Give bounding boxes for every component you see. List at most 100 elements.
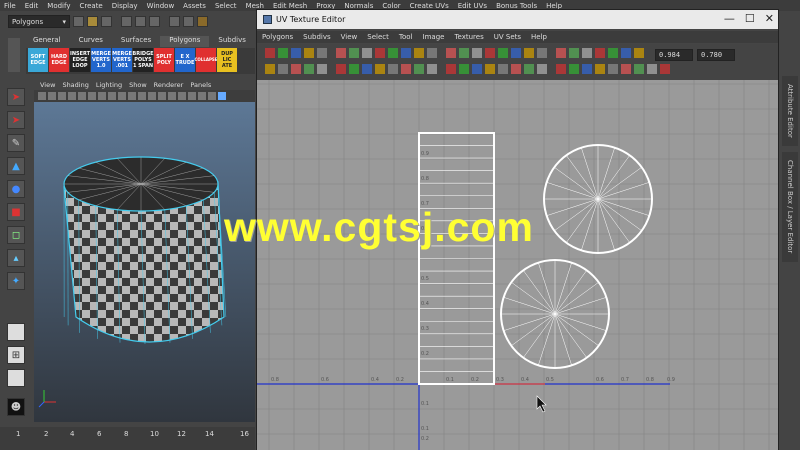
textured-icon[interactable]: [98, 92, 106, 100]
uv-menu-tool[interactable]: Tool: [399, 33, 413, 41]
uv-tool-icon[interactable]: [388, 48, 398, 58]
uv-tool-icon[interactable]: [524, 64, 534, 74]
uv-tool-icon[interactable]: [485, 64, 495, 74]
uv-tool-icon[interactable]: [349, 48, 359, 58]
vp-menu-renderer[interactable]: Renderer: [154, 81, 184, 89]
uv-tool-icon[interactable]: [401, 48, 411, 58]
lasso-tool-icon[interactable]: ➤: [7, 111, 25, 129]
uv-tool-icon[interactable]: [660, 64, 670, 74]
uv-tool-icon[interactable]: [524, 48, 534, 58]
uv-tool-icon[interactable]: [427, 48, 437, 58]
open-scene-icon[interactable]: [87, 16, 98, 27]
menu-window[interactable]: Window: [147, 2, 175, 10]
uv-tool-icon[interactable]: [582, 48, 592, 58]
uv-tool-icon[interactable]: [317, 64, 327, 74]
two-pane-layout-icon[interactable]: [7, 369, 25, 387]
uv-tool-icon[interactable]: [556, 64, 566, 74]
uv-tool-icon[interactable]: [349, 64, 359, 74]
uv-tool-icon[interactable]: [304, 48, 314, 58]
tab-subdivs[interactable]: Subdivs: [209, 36, 255, 47]
uv-tool-icon[interactable]: [388, 64, 398, 74]
vp-menu-shading[interactable]: Shading: [62, 81, 88, 89]
menu-create[interactable]: Create: [79, 2, 102, 10]
uv-tool-icon[interactable]: [472, 64, 482, 74]
uv-tool-icon[interactable]: [362, 64, 372, 74]
new-scene-icon[interactable]: [73, 16, 84, 27]
hud-icon[interactable]: [198, 92, 206, 100]
uv-tool-icon[interactable]: [291, 64, 301, 74]
uv-menu-subdivs[interactable]: Subdivs: [303, 33, 331, 41]
vp-menu-panels[interactable]: Panels: [190, 81, 211, 89]
safe-action-icon[interactable]: [178, 92, 186, 100]
uv-tool-icon[interactable]: [556, 48, 566, 58]
channel-box-tab[interactable]: Channel Box / Layer Editor: [782, 152, 798, 262]
wireframe-icon[interactable]: [78, 92, 86, 100]
uv-tool-icon[interactable]: [634, 64, 644, 74]
shadows-icon[interactable]: [118, 92, 126, 100]
uv-tool-icon[interactable]: [317, 48, 327, 58]
close-icon[interactable]: ✕: [765, 12, 774, 25]
bookmark-icon[interactable]: [48, 92, 56, 100]
uv-tool-icon[interactable]: [608, 48, 618, 58]
uv-tool-icon[interactable]: [375, 64, 385, 74]
uv-tool-icon[interactable]: [595, 48, 605, 58]
lights-icon[interactable]: [108, 92, 116, 100]
rotate-tool-icon[interactable]: ●: [7, 180, 25, 198]
time-slider[interactable]: 1 2 4 6 8 10 12 14 16: [0, 427, 255, 450]
uv-menu-image[interactable]: Image: [423, 33, 445, 41]
uv-tool-icon[interactable]: [498, 64, 508, 74]
perspective-viewport[interactable]: [34, 102, 255, 422]
manipulator-icon[interactable]: ◻: [7, 226, 25, 244]
uv-tool-icon[interactable]: [446, 48, 456, 58]
uv-tool-icon[interactable]: [375, 48, 385, 58]
save-scene-icon[interactable]: [101, 16, 112, 27]
uv-menu-help[interactable]: Help: [531, 33, 547, 41]
insert-edge-loop-button[interactable]: INSERT EDGE LOOP: [70, 48, 90, 72]
uv-menu-uv-sets[interactable]: UV Sets: [494, 33, 521, 41]
uv-menu-textures[interactable]: Textures: [454, 33, 483, 41]
uv-tool-icon[interactable]: [265, 48, 275, 58]
merge-verts-001-button[interactable]: MERGE VERTS .001: [112, 48, 132, 72]
v-value-field[interactable]: 0.780: [697, 49, 735, 61]
uv-tool-icon[interactable]: [608, 64, 618, 74]
resolution-gate-icon[interactable]: [148, 92, 156, 100]
merge-verts-1-button[interactable]: MERGE VERTS 1.0: [91, 48, 111, 72]
select-hierarchy-icon[interactable]: [121, 16, 132, 27]
soft-edge-button[interactable]: SOFT EDGE: [28, 48, 48, 72]
field-chart-icon[interactable]: [168, 92, 176, 100]
minimize-icon[interactable]: —: [724, 12, 735, 25]
uv-tool-icon[interactable]: [278, 48, 288, 58]
vp-menu-show[interactable]: Show: [129, 81, 147, 89]
uv-menu-polygons[interactable]: Polygons: [262, 33, 293, 41]
uv-tool-icon[interactable]: [427, 64, 437, 74]
uv-tool-icon[interactable]: [459, 64, 469, 74]
tab-polygons[interactable]: Polygons: [160, 36, 210, 47]
uv-tool-icon[interactable]: [569, 64, 579, 74]
collapse-button[interactable]: COLLAPSE: [194, 48, 218, 72]
uv-tool-icon[interactable]: [472, 48, 482, 58]
menu-file[interactable]: File: [4, 2, 16, 10]
uv-tool-icon[interactable]: [304, 64, 314, 74]
uv-menu-select[interactable]: Select: [367, 33, 389, 41]
safe-title-icon[interactable]: [188, 92, 196, 100]
isolate-icon[interactable]: [128, 92, 136, 100]
uv-tool-icon[interactable]: [621, 48, 631, 58]
single-pane-layout-icon[interactable]: [7, 323, 25, 341]
uv-tool-icon[interactable]: [336, 64, 346, 74]
extrude-button[interactable]: E X TRUDE: [175, 48, 195, 72]
uv-tool-icon[interactable]: [401, 64, 411, 74]
menu-modify[interactable]: Modify: [47, 2, 70, 10]
paint-select-icon[interactable]: ✎: [7, 134, 25, 152]
four-pane-layout-icon[interactable]: ⊞: [7, 346, 25, 364]
uv-tool-icon[interactable]: [647, 64, 657, 74]
vp-menu-view[interactable]: View: [40, 81, 55, 89]
image-plane-icon[interactable]: [58, 92, 66, 100]
tab-surfaces[interactable]: Surfaces: [112, 36, 160, 47]
split-poly-button[interactable]: SPLIT POLY: [154, 48, 174, 72]
grid-icon[interactable]: [68, 92, 76, 100]
u-value-field[interactable]: 0.984: [655, 49, 693, 61]
bridge-polys-button[interactable]: BRIDGE POLYS 1 SPAN: [132, 48, 154, 72]
select-tool-icon[interactable]: ➤: [7, 88, 25, 106]
cube-view-icon[interactable]: [208, 92, 216, 100]
uv-tool-icon[interactable]: [621, 64, 631, 74]
